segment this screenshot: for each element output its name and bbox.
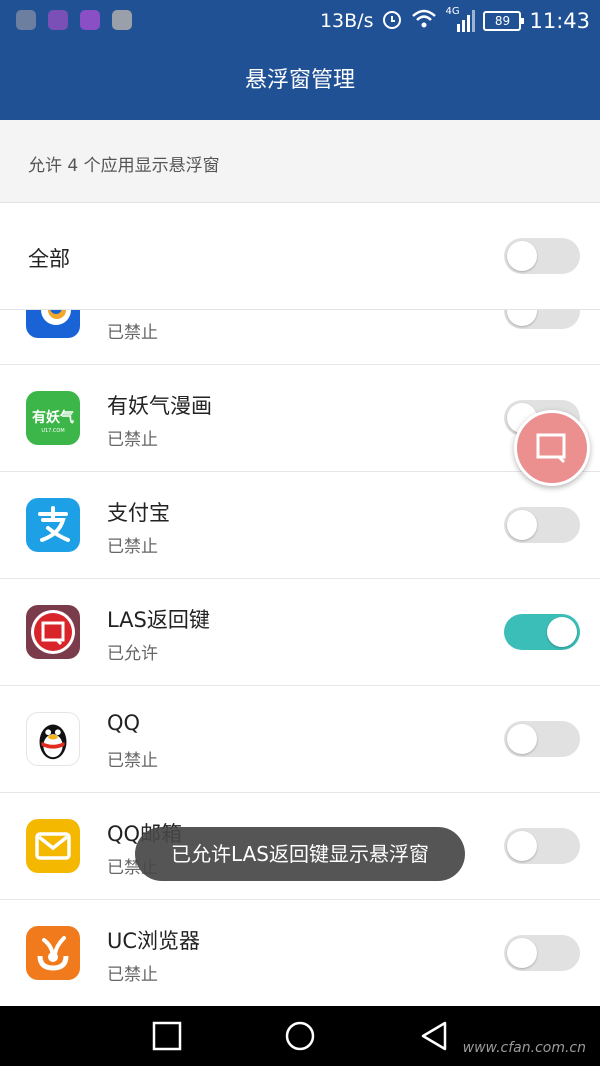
toast-message: 已允许LAS返回键显示悬浮窗 (135, 827, 465, 881)
home-button[interactable] (284, 1020, 316, 1052)
app-toggle[interactable] (504, 614, 580, 650)
app-status: 已禁止 (107, 323, 158, 343)
battery-level: 89 (494, 14, 511, 28)
app-status: 已允许 (107, 644, 158, 664)
headset-app-icon (16, 10, 36, 30)
app-name: 支付宝 (107, 501, 170, 525)
list-item[interactable]: 有妖气 U17.COM 有妖气漫画 已禁止 (0, 365, 600, 472)
qq-mail-icon (26, 819, 80, 873)
alarm-icon (381, 8, 403, 35)
app-status: 已禁止 (107, 537, 158, 557)
app-toggle[interactable] (504, 828, 580, 864)
app-toggle[interactable] (504, 935, 580, 971)
list-item[interactable]: 已禁止 (0, 310, 600, 365)
app-toggle[interactable] (504, 721, 580, 757)
toggle-knob (547, 617, 577, 647)
signal-icon: 4G (445, 6, 476, 32)
youyaoqi-icon: 有妖气 U17.COM (26, 391, 80, 445)
toggle-knob (507, 831, 537, 861)
sync-app-icon (112, 10, 132, 30)
back-icon (536, 433, 566, 464)
app-name: LAS返回键 (107, 608, 210, 632)
app-status: 已禁止 (107, 965, 158, 985)
summary-text: 允许 4 个应用显示悬浮窗 (28, 156, 220, 176)
clock: 11:43 (529, 9, 590, 33)
app-list[interactable]: 已禁止 有妖气 U17.COM 有妖气漫画 已禁止 支付宝 已禁止 LAS返回键 … (0, 310, 600, 1006)
app-toggle[interactable] (504, 310, 580, 329)
app-name: QQ (107, 711, 141, 735)
toggle-knob (507, 510, 537, 540)
list-item[interactable]: UC浏览器 已禁止 (0, 900, 600, 1006)
svg-text:U17.COM: U17.COM (41, 428, 64, 434)
photo-app-icon (48, 10, 68, 30)
app-status: 已禁止 (107, 751, 158, 771)
app-name: UC浏览器 (107, 929, 201, 953)
summary-section: 允许 4 个应用显示悬浮窗 (0, 120, 600, 203)
qq-icon (26, 712, 80, 766)
wifi-icon (411, 8, 437, 35)
alipay-icon (26, 498, 80, 552)
toggle-knob (507, 938, 537, 968)
toggle-knob (507, 241, 537, 271)
gallery-app-icon (80, 10, 100, 30)
list-item[interactable]: QQ 已禁止 (0, 686, 600, 793)
blue-app-icon (26, 310, 80, 338)
watermark: www.cfan.com.cn (462, 1040, 586, 1056)
all-apps-toggle[interactable] (504, 238, 580, 274)
status-bar: 13B/s 4G 89 11:43 (0, 0, 600, 42)
navigation-bar: www.cfan.com.cn (0, 1006, 600, 1066)
back-button[interactable] (418, 1020, 450, 1052)
app-status: 已禁止 (107, 430, 158, 450)
battery-icon: 89 (483, 11, 525, 31)
all-apps-label: 全部 (28, 247, 70, 271)
floating-back-button[interactable] (514, 410, 590, 486)
net-speed: 13B/s (319, 10, 374, 32)
all-apps-row[interactable]: 全部 (0, 203, 600, 310)
toggle-knob (507, 724, 537, 754)
list-item[interactable]: LAS返回键 已允许 (0, 579, 600, 686)
list-item[interactable]: 支付宝 已禁止 (0, 472, 600, 579)
svg-text:有妖气: 有妖气 (32, 409, 74, 426)
las-back-icon (26, 605, 80, 659)
uc-browser-icon (26, 926, 80, 980)
page-title: 悬浮窗管理 (0, 42, 600, 120)
toggle-knob (507, 310, 537, 326)
app-name: 有妖气漫画 (107, 394, 212, 418)
app-toggle[interactable] (504, 507, 580, 543)
recent-apps-button[interactable] (151, 1020, 183, 1052)
